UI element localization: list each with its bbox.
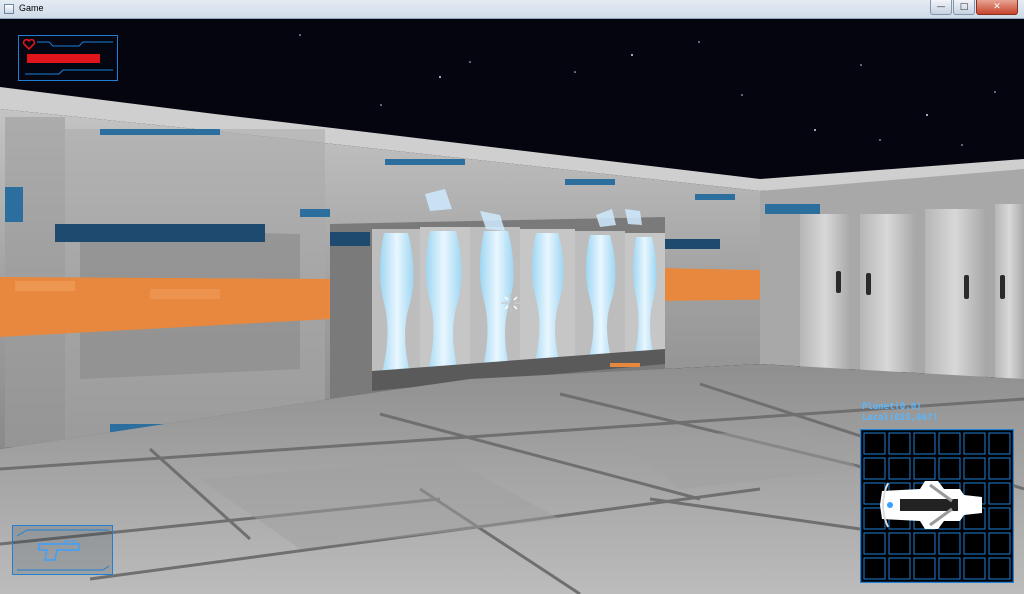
minimap-cell <box>888 557 911 580</box>
planet-coords: Planet(0,0) <box>862 402 922 412</box>
minimap-cell <box>963 457 986 480</box>
minimap-cell <box>863 457 886 480</box>
minimap-cell <box>863 557 886 580</box>
app-icon <box>4 4 14 14</box>
cryo-pod <box>372 229 420 389</box>
minimap-cell <box>913 557 936 580</box>
health-panel <box>18 35 118 81</box>
window-titlebar: Game — □ ✕ <box>0 0 1024 19</box>
pistol-icon <box>38 540 80 561</box>
health-bar <box>27 54 113 63</box>
minimap-cell <box>988 457 1011 480</box>
minimap-cell <box>888 532 911 555</box>
minimap-cell <box>988 482 1011 505</box>
maximize-button[interactable]: □ <box>953 0 975 15</box>
locker <box>925 209 985 377</box>
minimap-cell <box>963 432 986 455</box>
minimap-cell <box>913 532 936 555</box>
weapon-panel <box>12 525 113 575</box>
local-coords: Local(025,067) <box>862 413 938 423</box>
minimap-cell <box>913 432 936 455</box>
game-viewport[interactable]: Planet(0,0) Local(025,067) <box>0 19 1024 594</box>
close-button[interactable]: ✕ <box>976 0 1018 15</box>
locker <box>800 214 850 369</box>
minimap-cell <box>963 532 986 555</box>
minimap-cell <box>938 457 961 480</box>
minimap-cell <box>938 432 961 455</box>
locker <box>995 204 1024 379</box>
minimap-cell <box>963 557 986 580</box>
cryo-pod <box>625 233 665 363</box>
cryo-pod <box>575 231 625 367</box>
minimap-cell <box>988 507 1011 530</box>
minimap-cell <box>913 457 936 480</box>
close-icon: ✕ <box>993 2 1001 12</box>
minimap-cell <box>938 557 961 580</box>
minimap-cell <box>888 457 911 480</box>
crosshair-icon <box>501 293 521 313</box>
minimize-icon: — <box>936 2 946 12</box>
minimap-cell <box>988 557 1011 580</box>
player-marker <box>887 502 893 508</box>
minimap-cell <box>988 532 1011 555</box>
window-controls: — □ ✕ <box>929 0 1018 17</box>
minimap <box>860 429 1014 583</box>
minimap-cell <box>938 532 961 555</box>
window-title: Game <box>19 3 44 13</box>
minimap-cell <box>863 532 886 555</box>
minimap-cell <box>863 432 886 455</box>
minimap-cell <box>888 432 911 455</box>
minimap-cell <box>988 432 1011 455</box>
cryo-pod <box>520 229 575 371</box>
cryo-pod <box>420 227 470 379</box>
coordinates-readout: Planet(0,0) Local(025,067) <box>862 402 938 424</box>
minimize-button[interactable]: — <box>930 0 952 15</box>
maximize-icon: □ <box>959 2 969 12</box>
health-bar-fill <box>27 54 101 63</box>
